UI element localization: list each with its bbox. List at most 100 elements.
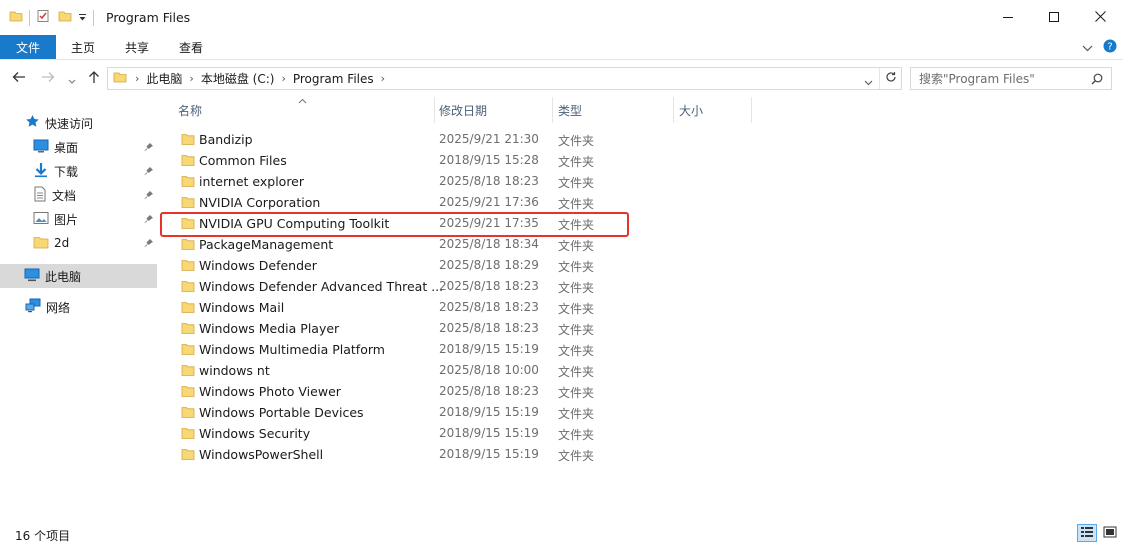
large-icons-view-button[interactable] xyxy=(1100,524,1120,542)
table-row[interactable]: internet explorer 2025/8/18 18:23 文件夹 xyxy=(160,171,760,192)
file-type: 文件夹 xyxy=(558,449,595,463)
file-name: Windows Defender Advanced Threat ... xyxy=(199,279,444,294)
file-type: 文件夹 xyxy=(558,365,595,379)
breadcrumb-program-files[interactable]: Program Files xyxy=(293,72,374,86)
table-row[interactable]: Windows Mail 2025/8/18 18:23 文件夹 xyxy=(160,297,760,318)
tab-file[interactable]: 文件 xyxy=(0,35,56,59)
folder-icon xyxy=(181,300,195,317)
file-date: 2025/8/18 18:23 xyxy=(439,300,539,314)
column-header-date[interactable]: 修改日期 xyxy=(439,95,487,125)
table-row[interactable]: windows nt 2025/8/18 10:00 文件夹 xyxy=(160,360,760,381)
address-bar[interactable]: › 此电脑 › 本地磁盘 (C:) › Program Files › xyxy=(107,67,902,90)
folder-icon xyxy=(181,321,195,338)
details-view-button[interactable] xyxy=(1077,524,1097,542)
highlight-box xyxy=(160,212,629,237)
file-type: 文件夹 xyxy=(558,155,595,169)
pin-icon[interactable] xyxy=(144,189,154,203)
item-count: 16 个项目 xyxy=(15,529,71,543)
folder-icon xyxy=(33,235,49,252)
table-row[interactable]: Windows Media Player 2025/8/18 18:23 文件夹 xyxy=(160,318,760,339)
file-date: 2025/9/21 21:30 xyxy=(439,132,539,146)
folder-icon xyxy=(181,132,195,149)
nav-item-2d[interactable]: 2d xyxy=(33,232,158,254)
customize-qat-icon[interactable] xyxy=(78,11,87,25)
expand-ribbon-icon[interactable] xyxy=(1082,41,1093,55)
file-type: 文件夹 xyxy=(558,386,595,400)
folder-icon xyxy=(181,174,195,191)
tab-home[interactable]: 主页 xyxy=(56,35,110,59)
table-row[interactable]: NVIDIA Corporation 2025/9/21 17:36 文件夹 xyxy=(160,192,760,213)
refresh-button[interactable] xyxy=(879,68,901,89)
maximize-button[interactable] xyxy=(1031,0,1077,35)
star-icon xyxy=(25,114,40,132)
folder-icon xyxy=(181,426,195,443)
table-row[interactable]: Windows Defender Advanced Threat ... 2025… xyxy=(160,276,760,297)
nav-item-desktop[interactable]: 桌面 xyxy=(33,136,158,158)
search-box[interactable] xyxy=(910,67,1112,90)
table-row[interactable]: WindowsPowerShell 2018/9/15 15:19 文件夹 xyxy=(160,444,760,465)
folder-icon xyxy=(181,195,195,212)
file-date: 2025/8/18 18:23 xyxy=(439,384,539,398)
file-type: 文件夹 xyxy=(558,134,595,148)
file-type: 文件夹 xyxy=(558,407,595,421)
column-header-size[interactable]: 大小 xyxy=(679,95,703,125)
computer-icon xyxy=(24,268,40,285)
file-name: NVIDIA Corporation xyxy=(199,195,321,210)
search-input[interactable] xyxy=(919,71,1094,86)
file-name: WindowsPowerShell xyxy=(199,447,324,462)
table-row[interactable]: Windows Photo Viewer 2025/8/18 18:23 文件夹 xyxy=(160,381,760,402)
pin-icon[interactable] xyxy=(144,165,154,179)
back-arrow-icon[interactable] xyxy=(12,70,26,87)
up-arrow-icon[interactable] xyxy=(87,70,101,87)
table-row[interactable]: Common Files 2018/9/15 15:28 文件夹 xyxy=(160,150,760,171)
file-date: 2025/8/18 10:00 xyxy=(439,363,539,377)
nav-item-downloads[interactable]: 下载 xyxy=(33,160,158,182)
ribbon: 文件 主页 共享 查看 ? xyxy=(0,35,1123,59)
help-icon[interactable]: ? xyxy=(1103,39,1117,56)
file-name: Common Files xyxy=(199,153,287,168)
file-name: Windows Mail xyxy=(199,300,285,315)
file-date: 2018/9/15 15:19 xyxy=(439,447,539,461)
file-type: 文件夹 xyxy=(558,302,595,316)
nav-network-label: 网络 xyxy=(46,300,71,315)
folder-icon xyxy=(181,384,195,401)
nav-quick-access[interactable]: 快速访问 xyxy=(25,112,93,134)
nav-this-pc[interactable]: 此电脑 xyxy=(0,264,157,288)
nav-network[interactable]: 网络 xyxy=(25,296,70,318)
search-icon[interactable] xyxy=(1091,73,1103,88)
table-row[interactable]: PackageManagement 2025/8/18 18:34 文件夹 xyxy=(160,234,760,255)
close-button[interactable] xyxy=(1077,0,1123,35)
file-name: PackageManagement xyxy=(199,237,334,252)
table-row[interactable]: Windows Multimedia Platform 2018/9/15 15:… xyxy=(160,339,760,360)
table-row[interactable]: Bandizip 2025/9/21 21:30 文件夹 xyxy=(160,129,760,150)
nav-item-label: 2d xyxy=(54,236,70,250)
new-folder-icon[interactable] xyxy=(58,9,72,26)
table-row[interactable]: Windows Security 2018/9/15 15:19 文件夹 xyxy=(160,423,760,444)
minimize-button[interactable] xyxy=(985,0,1031,35)
nav-item-label: 下载 xyxy=(54,164,79,179)
column-header-type[interactable]: 类型 xyxy=(558,95,582,125)
breadcrumb-local-disk[interactable]: 本地磁盘 (C:) xyxy=(201,70,275,87)
table-row[interactable]: Windows Defender 2025/8/18 18:29 文件夹 xyxy=(160,255,760,276)
file-type: 文件夹 xyxy=(558,281,595,295)
refresh-icon xyxy=(885,71,897,86)
tab-view[interactable]: 查看 xyxy=(164,35,218,59)
address-dropdown-icon[interactable] xyxy=(864,75,873,89)
forward-arrow-icon[interactable] xyxy=(41,70,55,87)
nav-item-pictures[interactable]: 图片 xyxy=(33,208,158,230)
desktop-icon xyxy=(33,139,49,156)
pin-icon[interactable] xyxy=(144,213,154,227)
breadcrumb-this-pc[interactable]: 此电脑 xyxy=(146,70,182,87)
nav-item-documents[interactable]: 文档 xyxy=(33,184,158,206)
maximize-icon xyxy=(1049,11,1059,25)
table-row[interactable]: Windows Portable Devices 2018/9/15 15:19 文… xyxy=(160,402,760,423)
properties-icon[interactable] xyxy=(36,9,50,26)
pin-icon[interactable] xyxy=(144,237,154,251)
nav-quick-access-label: 快速访问 xyxy=(45,116,94,131)
file-type: 文件夹 xyxy=(558,197,595,211)
column-header-name[interactable]: 名称 xyxy=(178,95,202,125)
file-type: 文件夹 xyxy=(558,260,595,274)
tab-share[interactable]: 共享 xyxy=(110,35,164,59)
recent-locations-icon[interactable] xyxy=(68,74,76,88)
pin-icon[interactable] xyxy=(144,141,154,155)
